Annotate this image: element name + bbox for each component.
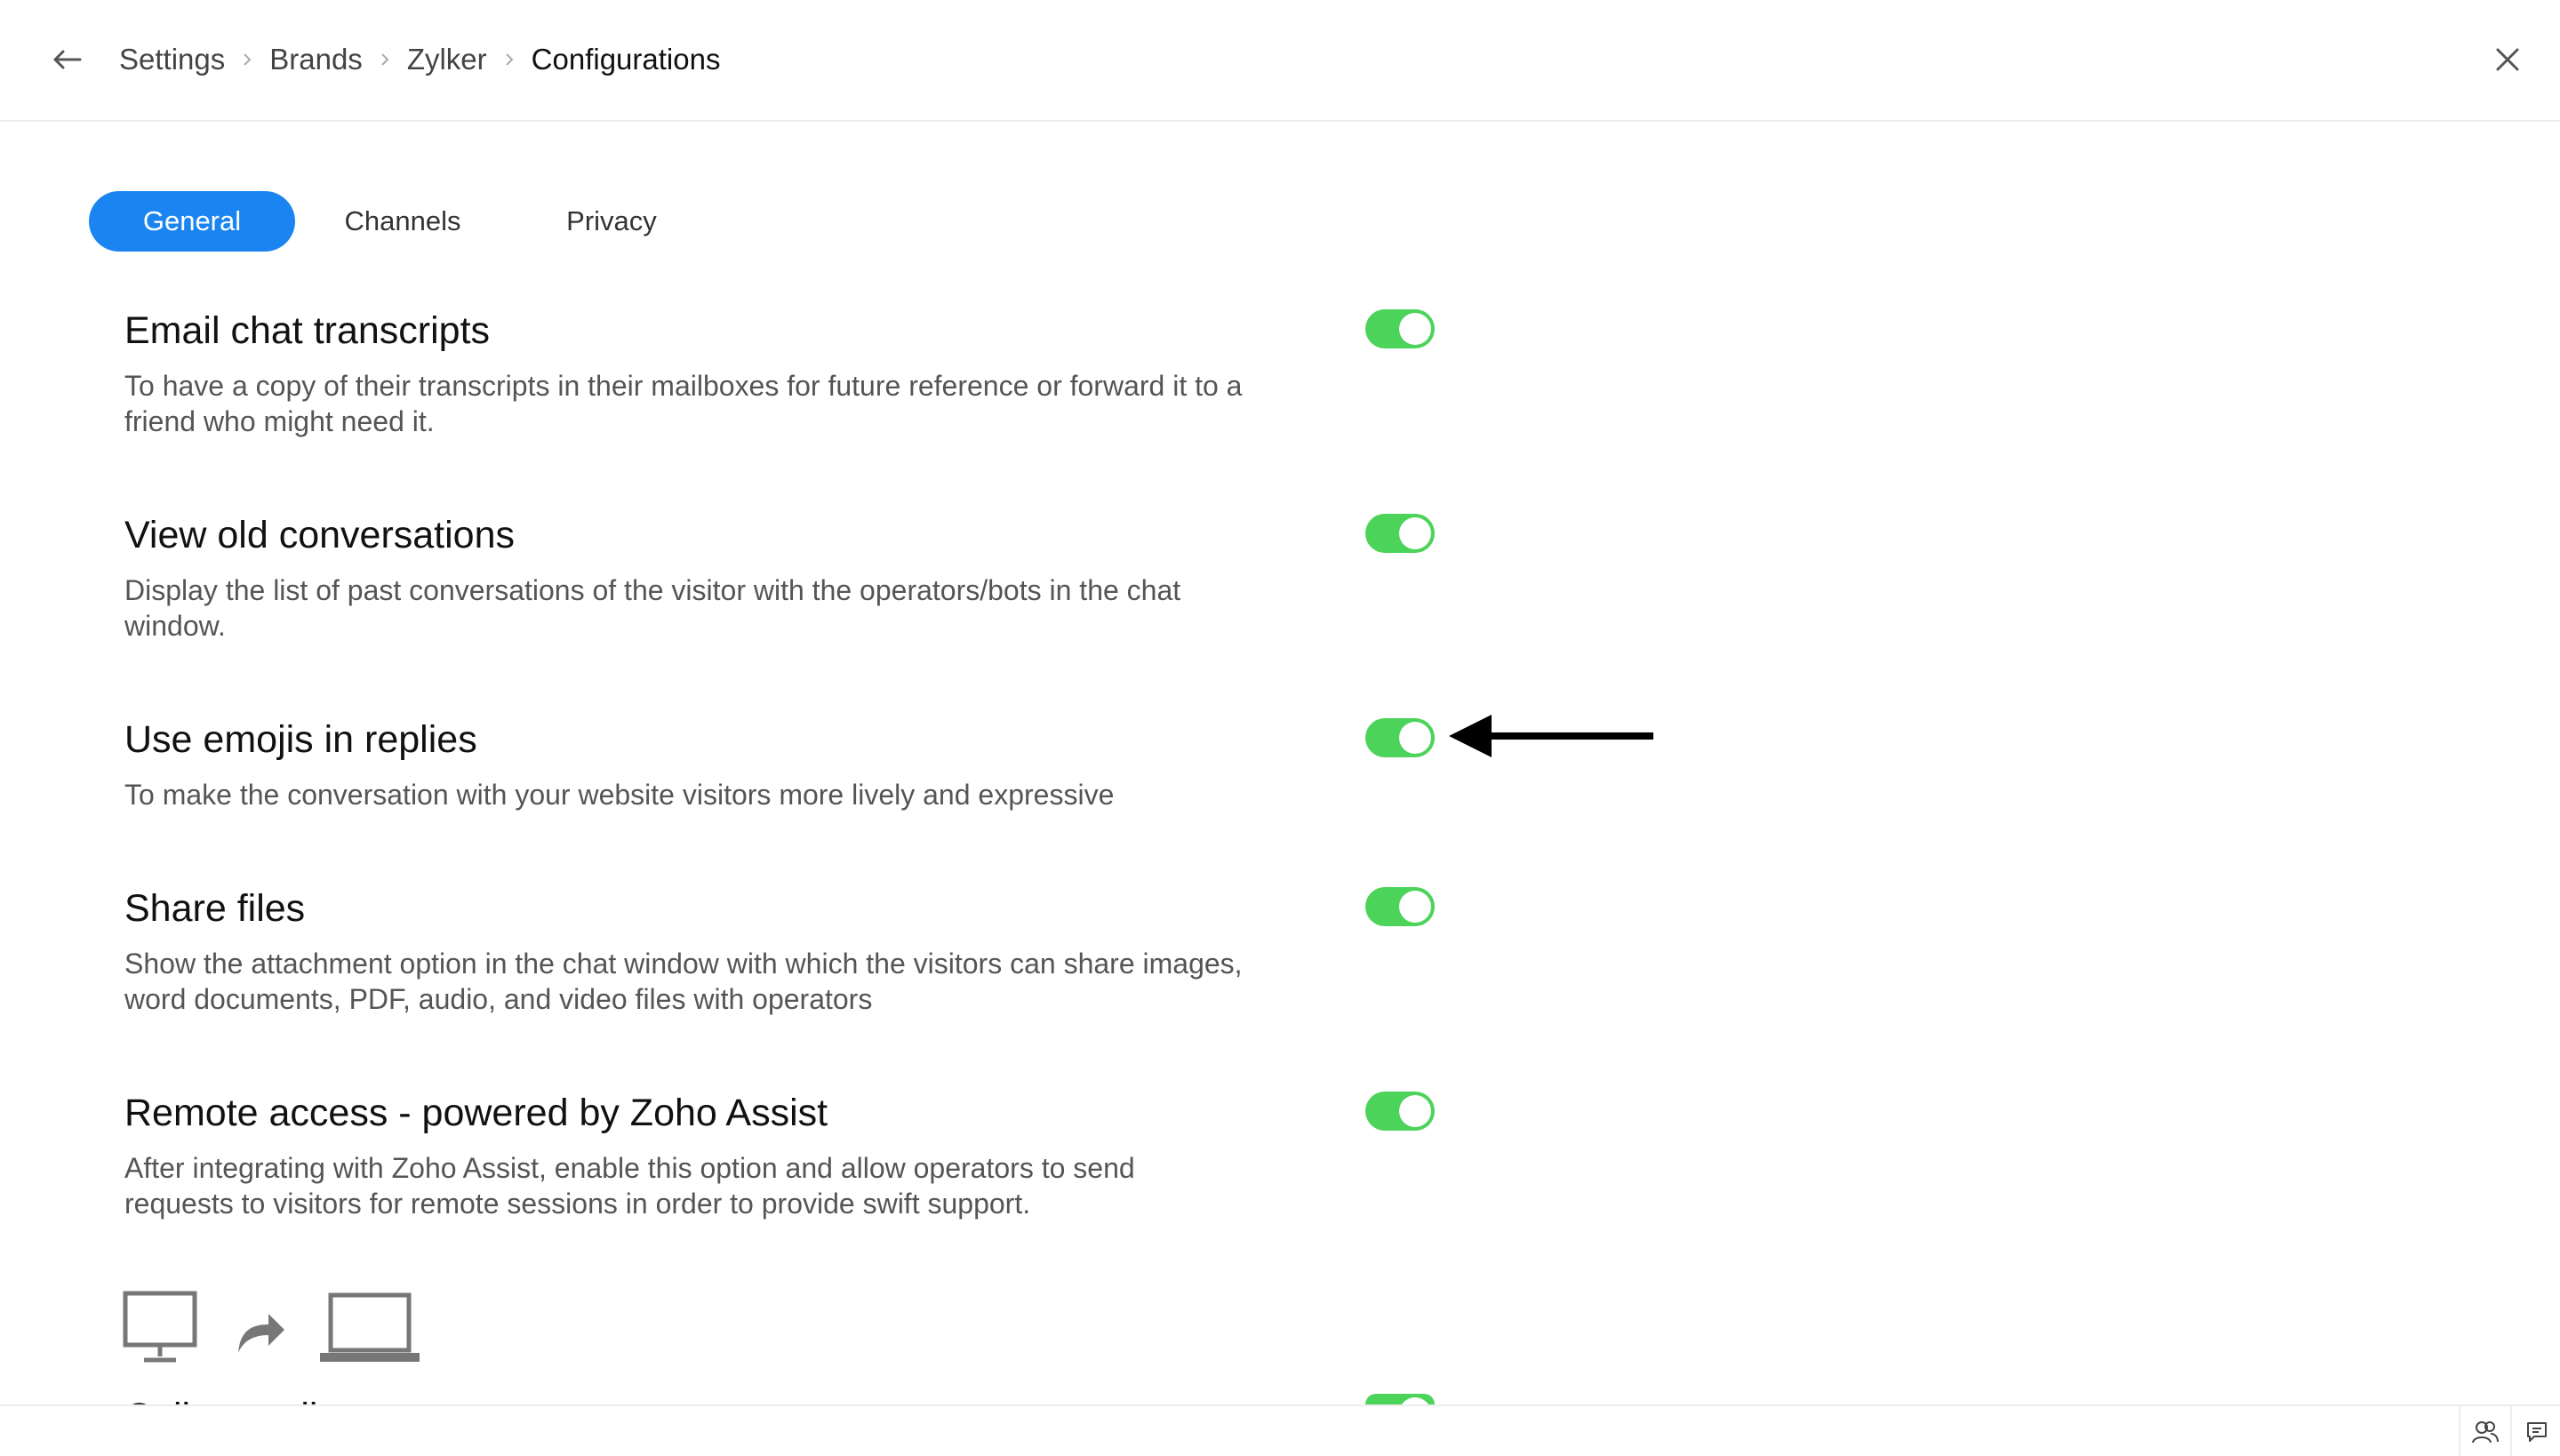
email-chat-transcripts-toggle[interactable] [1365,309,1435,348]
remote-access-toggle[interactable] [1365,1092,1435,1131]
annotation-arrow-icon [1449,715,1653,757]
share-arrow-icon [238,1314,284,1353]
toggle-knob [1399,313,1431,345]
breadcrumb-zylker[interactable]: Zylker [407,43,487,76]
operators-icon [2472,1421,2499,1444]
remote-access-illustration [123,1291,421,1364]
operators-button[interactable] [2459,1406,2510,1456]
tab-bar: General Channels Privacy [89,191,700,252]
setting-title: Email chat transcripts [124,309,491,352]
arrow-left-icon [53,50,82,69]
setting-description: To have a copy of their transcripts in t… [124,370,1243,437]
close-icon [2496,48,2519,71]
tab-channels[interactable]: Channels [309,191,496,252]
toggle-knob [1399,517,1431,549]
setting-title: Remote access - powered by Zoho Assist [124,1092,828,1134]
setting-view-old-conversations: View old conversations Display the list … [124,510,1280,644]
view-old-conversations-toggle[interactable] [1365,514,1435,553]
toggle-knob [1399,1095,1431,1127]
chat-button[interactable] [2510,1406,2560,1456]
setting-email-chat-transcripts: Email chat transcripts To have a copy of… [124,306,1280,439]
breadcrumb-configurations: Configurations [531,43,721,76]
close-button[interactable] [2487,39,2528,80]
setting-remote-access: Remote access - powered by Zoho Assist A… [124,1088,1280,1221]
toggle-knob [1399,722,1431,754]
setting-description: Show the attachment option in the chat w… [124,948,1243,1015]
use-emojis-toggle[interactable] [1365,718,1435,757]
chevron-right-icon [487,39,532,80]
laptop-icon [320,1292,420,1362]
setting-description: Display the list of past conversations o… [124,574,1181,642]
setting-title: Share files [124,887,306,930]
setting-share-files: Share files Show the attachment option i… [124,884,1280,1017]
chevron-right-icon [225,39,269,80]
share-files-toggle[interactable] [1365,887,1435,926]
tab-privacy[interactable]: Privacy [523,191,700,252]
back-button[interactable] [46,39,87,80]
call-recording-toggle[interactable] [1365,1394,1435,1404]
setting-description: After integrating with Zoho Assist, enab… [124,1152,1135,1220]
breadcrumb-brands[interactable]: Brands [269,43,363,76]
toggle-knob [1399,1397,1431,1404]
breadcrumb-settings[interactable]: Settings [119,43,225,76]
setting-title: View old conversations [124,514,516,556]
setting-description: To make the conversation with your websi… [124,779,1115,811]
tab-general[interactable]: General [89,191,295,252]
chat-icon [2527,1422,2547,1442]
footer-bar [0,1404,2560,1456]
setting-use-emojis: Use emojis in replies To make the conver… [124,715,1280,812]
toggle-knob [1399,891,1431,923]
chevron-right-icon [363,39,407,80]
breadcrumb: Settings Brands Zylker Configurations [119,39,720,80]
setting-title: Use emojis in replies [124,718,477,761]
header: Settings Brands Zylker Configurations [0,0,2560,122]
monitor-icon [123,1291,197,1363]
